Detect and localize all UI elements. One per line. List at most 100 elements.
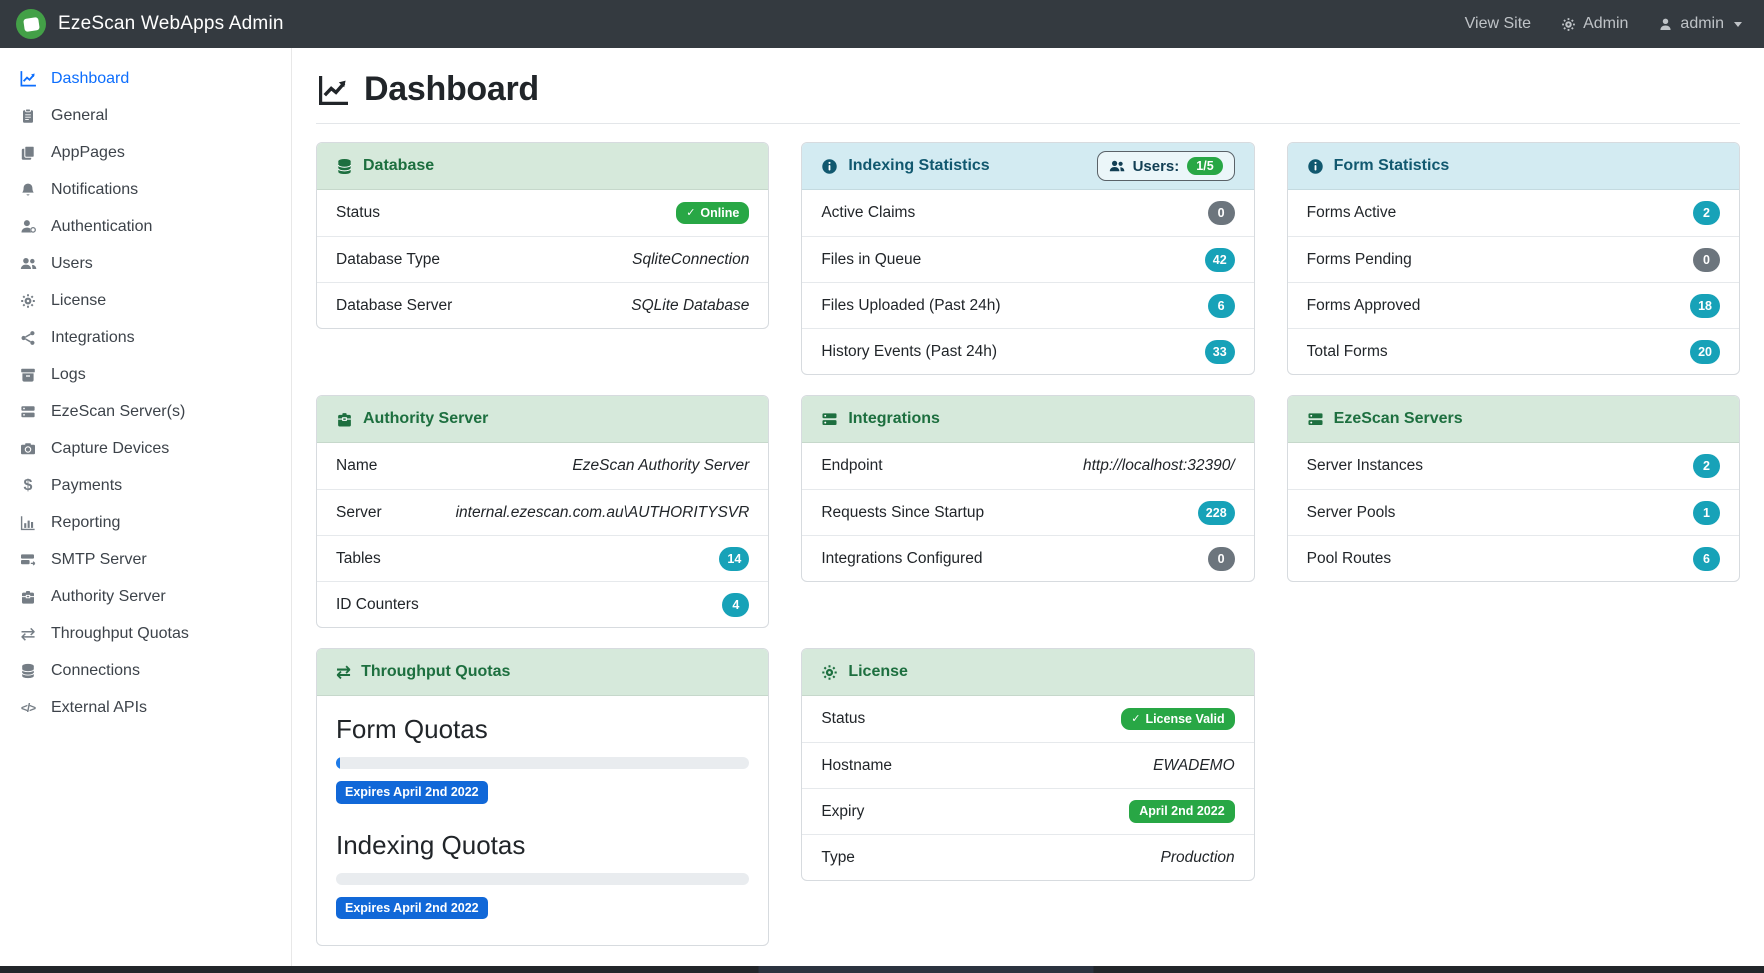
user-menu[interactable]: admin	[1658, 15, 1742, 33]
row-label: Hostname	[821, 757, 892, 775]
card-title: Integrations	[848, 410, 940, 428]
sidebar-item-apppages[interactable]: AppPages	[0, 134, 291, 171]
integrations-header: Integrations	[802, 396, 1253, 443]
people-icon	[1109, 158, 1125, 174]
people-icon	[18, 255, 38, 272]
sidebar-item-smtp-server[interactable]: SMTP Server	[0, 541, 291, 578]
users-count-badge: 1/5	[1187, 157, 1222, 176]
card-title: Authority Server	[363, 410, 488, 428]
sidebar-item-label: Capture Devices	[51, 440, 169, 458]
throughput-quotas-card: ⇄ Throughput Quotas Form Quotas Expires …	[316, 648, 769, 946]
sidebar-item-throughput-quotas[interactable]: ⇄ Throughput Quotas	[0, 615, 291, 652]
form-quotas-heading: Form Quotas	[336, 714, 749, 745]
active-claims-row: Active Claims 0	[802, 190, 1253, 236]
form-quotas-progressbar	[336, 757, 749, 769]
sidebar-item-label: Authentication	[51, 218, 152, 236]
admin-link[interactable]: Admin	[1561, 15, 1628, 33]
sidebar-item-capture-devices[interactable]: Capture Devices	[0, 430, 291, 467]
endpoint-row: Endpoint http://localhost:32390/	[802, 443, 1253, 489]
sidebar-item-notifications[interactable]: Notifications	[0, 171, 291, 208]
count-badge: 0	[1693, 248, 1720, 272]
server-icon	[1307, 411, 1324, 428]
ezescan-servers-header: EzeScan Servers	[1288, 396, 1739, 443]
sidebar-item-authentication[interactable]: Authentication	[0, 208, 291, 245]
sidebar-item-dashboard[interactable]: Dashboard	[0, 60, 291, 97]
card-title: License	[848, 663, 908, 681]
page-title: Dashboard	[318, 70, 1740, 109]
sidebar-item-label: Integrations	[51, 329, 135, 347]
count-badge: 42	[1205, 248, 1235, 272]
topbar-nav: View Site Admin admin	[1465, 15, 1764, 33]
integrations-card: Integrations Endpoint http://localhost:3…	[801, 395, 1254, 582]
person-icon	[1658, 17, 1673, 32]
sidebar-item-label: Logs	[51, 366, 86, 384]
authority-idcounters-row: ID Counters 4	[317, 581, 768, 627]
users-label: Users:	[1133, 158, 1180, 175]
row-label: Pool Routes	[1307, 550, 1391, 568]
count-badge: 0	[1208, 547, 1235, 571]
dashboard-grid: Database Status ✓Online Database Type Sq…	[316, 142, 1740, 946]
count-badge: 228	[1198, 501, 1235, 525]
indexing-quotas-progressbar	[336, 873, 749, 885]
sidebar-item-general[interactable]: General	[0, 97, 291, 134]
sidebar-item-label: License	[51, 292, 106, 310]
form-statistics-header: Form Statistics	[1288, 143, 1739, 190]
count-badge: 1	[1693, 501, 1720, 525]
row-value: SqliteConnection	[632, 251, 749, 269]
chart-line-icon	[18, 70, 38, 87]
database-status-row: Status ✓Online	[317, 190, 768, 236]
sidebar-item-external-apis[interactable]: </> External APIs	[0, 689, 291, 726]
server-instances-row: Server Instances 2	[1288, 443, 1739, 489]
sidebar-item-logs[interactable]: Logs	[0, 356, 291, 393]
sidebar: Dashboard General AppPages Notifications…	[0, 48, 292, 973]
gear-icon	[1561, 17, 1576, 32]
sidebar-item-reporting[interactable]: Reporting	[0, 504, 291, 541]
row-label: Server Instances	[1307, 457, 1423, 475]
row-label: Forms Approved	[1307, 297, 1421, 315]
history-events-row: History Events (Past 24h) 33	[802, 328, 1253, 374]
sidebar-item-label: External APIs	[51, 699, 147, 717]
view-site-link[interactable]: View Site	[1465, 15, 1531, 33]
sidebar-item-connections[interactable]: Connections	[0, 652, 291, 689]
throughput-quotas-body: Form Quotas Expires April 2nd 2022 Index…	[317, 696, 768, 945]
files-in-queue-row: Files in Queue 42	[802, 236, 1253, 282]
row-label: History Events (Past 24h)	[821, 343, 997, 361]
admin-label: Admin	[1583, 15, 1628, 33]
pages-icon	[18, 145, 38, 161]
count-badge: 18	[1690, 294, 1720, 318]
server-out-icon	[18, 552, 38, 568]
database-card: Database Status ✓Online Database Type Sq…	[316, 142, 769, 329]
row-value: Production	[1161, 849, 1235, 867]
bar-chart-icon	[18, 515, 38, 531]
total-forms-row: Total Forms 20	[1288, 328, 1739, 374]
sidebar-item-payments[interactable]: $ Payments	[0, 467, 291, 504]
sidebar-item-label: Dashboard	[51, 70, 129, 88]
view-site-label: View Site	[1465, 15, 1531, 33]
person-badge-icon	[18, 218, 38, 235]
sidebar-item-license[interactable]: License	[0, 282, 291, 319]
row-label: Endpoint	[821, 457, 882, 475]
page-title-label: Dashboard	[364, 70, 539, 109]
count-badge: 0	[1208, 201, 1235, 225]
sidebar-item-label: SMTP Server	[51, 551, 147, 569]
card-title: Form Statistics	[1334, 157, 1450, 175]
requests-row: Requests Since Startup 228	[802, 489, 1253, 535]
sidebar-item-ezescan-servers[interactable]: EzeScan Server(s)	[0, 393, 291, 430]
row-label: Total Forms	[1307, 343, 1388, 361]
sidebar-item-integrations[interactable]: Integrations	[0, 319, 291, 356]
users-count-button[interactable]: Users: 1/5	[1097, 151, 1235, 182]
card-title: Indexing Statistics	[848, 157, 989, 175]
chevron-down-icon	[1734, 22, 1742, 27]
sidebar-item-users[interactable]: Users	[0, 245, 291, 282]
card-title: EzeScan Servers	[1334, 410, 1463, 428]
dollar-icon: $	[18, 478, 38, 494]
info-icon	[1307, 158, 1324, 175]
ezescan-logo-icon	[16, 9, 46, 39]
license-valid-badge: ✓License Valid	[1121, 708, 1234, 731]
row-label: Status	[336, 204, 380, 222]
count-badge: 6	[1208, 294, 1235, 318]
row-label: Forms Pending	[1307, 251, 1412, 269]
sidebar-item-label: Payments	[51, 477, 122, 495]
sidebar-item-authority-server[interactable]: Authority Server	[0, 578, 291, 615]
license-type-row: Type Production	[802, 834, 1253, 880]
